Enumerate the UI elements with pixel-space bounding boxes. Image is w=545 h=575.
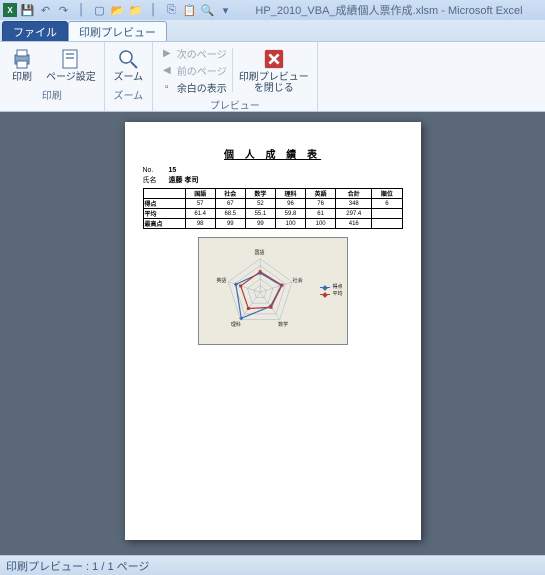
sep-icon: │ [146, 3, 161, 18]
chart-axis-label: 国語 [255, 249, 265, 256]
chart-legend: 得点平均 [320, 284, 342, 298]
chart-axis-label: 理科 [231, 321, 241, 328]
doc-title: 個 人 成 績 表 [143, 146, 403, 161]
show-margins-toggle[interactable]: ▫ 余白の表示 [157, 79, 230, 96]
page-setup-icon [58, 46, 84, 72]
window-title: HP_2010_VBA_成績個人票作成.xlsm - Microsoft Exc… [236, 2, 542, 18]
table-cell: 59.8 [275, 209, 305, 219]
margins-icon: ▫ [160, 81, 174, 95]
table-cell: 61 [306, 209, 336, 219]
table-cell: 96 [275, 199, 305, 209]
table-col-header [143, 189, 185, 199]
table-cell: 297.4 [336, 209, 372, 219]
paste-icon[interactable]: 📋 [182, 3, 197, 18]
next-page-button: ▶ 次のページ [157, 45, 230, 62]
table-col-header: 英語 [306, 189, 336, 199]
open-icon[interactable]: 📂 [110, 3, 125, 18]
new-icon[interactable]: ▢ [92, 3, 107, 18]
table-cell: 57 [185, 199, 215, 209]
magnifier-icon [115, 46, 141, 72]
table-cell: 416 [336, 219, 372, 229]
table-cell: 100 [306, 219, 336, 229]
doc-meta-name: 氏名 遠藤 孝司 [143, 175, 403, 185]
ribbon-group-zoom: ズーム ズーム [105, 42, 153, 111]
statusbar: 印刷プレビュー : 1 / 1 ページ [0, 555, 545, 575]
table-col-header: 合計 [336, 189, 372, 199]
prev-page-button: ◀ 前のページ [157, 62, 230, 79]
ribbon-group-print: 印刷 ページ設定 印刷 [0, 42, 105, 111]
prev-page-icon: ◀ [160, 64, 174, 78]
table-cell: 55.1 [245, 209, 275, 219]
preview-page: 個 人 成 績 表 No. 15 氏名 遠藤 孝司 国語社会数学理科英語合計順位… [125, 122, 421, 540]
table-col-header: 社会 [215, 189, 245, 199]
table-col-header: 国語 [185, 189, 215, 199]
titlebar: X 💾 ↶ ↷ │ ▢ 📂 📁 │ ⎘ 📋 🔍 ▾ HP_2010_VBA_成績… [0, 0, 545, 20]
table-cell [372, 209, 402, 219]
ribbon-group-preview: ▶ 次のページ ◀ 前のページ ▫ 余白の表示 印刷プレビューを閉じる [153, 42, 318, 111]
ribbon: 印刷 ページ設定 印刷 ズーム ズーム ▶ [0, 42, 545, 112]
table-row-header: 平均 [143, 209, 185, 219]
chart-axis-label: 英語 [216, 277, 226, 284]
table-cell: 99 [245, 219, 275, 229]
tab-file[interactable]: ファイル [2, 21, 68, 41]
zoom-button[interactable]: ズーム [109, 44, 147, 86]
folder-icon[interactable]: 📁 [128, 3, 143, 18]
table-cell: 348 [336, 199, 372, 209]
print-button[interactable]: 印刷 [4, 44, 40, 86]
table-row-header: 最高点 [143, 219, 185, 229]
table-row: 平均61.468.555.159.861297.4 [143, 209, 402, 219]
ribbon-tabstrip: ファイル 印刷プレビュー [0, 20, 545, 42]
doc-meta-no: No. 15 [143, 167, 403, 174]
redo-icon[interactable]: ↷ [56, 3, 71, 18]
table-cell: 76 [306, 199, 336, 209]
table-cell: 6 [372, 199, 402, 209]
next-page-icon: ▶ [160, 47, 174, 61]
table-cell: 98 [185, 219, 215, 229]
grades-table: 国語社会数学理科英語合計順位 得点57675296763486平均61.468.… [143, 188, 403, 229]
table-col-header: 順位 [372, 189, 402, 199]
table-col-header: 理科 [275, 189, 305, 199]
status-text: 印刷プレビュー : 1 / 1 ページ [6, 558, 149, 574]
preview-workspace[interactable]: 個 人 成 績 表 No. 15 氏名 遠藤 孝司 国語社会数学理科英語合計順位… [0, 112, 545, 555]
radar-chart: 国語社会数学 理科 英語 得点平均 [198, 237, 348, 345]
legend-item: 得点 [320, 284, 342, 291]
ribbon-group-label: プレビュー [157, 96, 313, 112]
ribbon-group-label: ズーム [109, 86, 148, 102]
excel-app-icon: X [3, 3, 17, 17]
page-setup-button[interactable]: ページ設定 [42, 44, 100, 86]
close-icon [261, 46, 287, 72]
chart-axis-label: 社会 [293, 277, 303, 284]
save-icon[interactable]: 💾 [20, 3, 35, 18]
chart-axis-label: 数学 [278, 321, 288, 328]
table-cell: 99 [215, 219, 245, 229]
table-cell: 68.5 [215, 209, 245, 219]
table-cell: 61.4 [185, 209, 215, 219]
undo-icon[interactable]: ↶ [38, 3, 53, 18]
printer-icon [9, 46, 35, 72]
table-cell: 52 [245, 199, 275, 209]
table-col-header: 数学 [245, 189, 275, 199]
table-header-row: 国語社会数学理科英語合計順位 [143, 189, 402, 199]
table-cell: 67 [215, 199, 245, 209]
table-cell [372, 219, 402, 229]
table-row-header: 得点 [143, 199, 185, 209]
tab-print-preview[interactable]: 印刷プレビュー [68, 21, 167, 41]
table-row: 得点57675296763486 [143, 199, 402, 209]
copy-icon[interactable]: ⎘ [164, 3, 179, 18]
close-preview-button[interactable]: 印刷プレビューを閉じる [235, 44, 313, 96]
ribbon-group-label: 印刷 [4, 86, 100, 102]
table-cell: 100 [275, 219, 305, 229]
table-row: 最高点989999100100416 [143, 219, 402, 229]
qat-dropdown-icon[interactable]: ▾ [218, 3, 233, 18]
sep-icon: │ [74, 3, 89, 18]
preview-icon[interactable]: 🔍 [200, 3, 215, 18]
legend-item: 平均 [320, 291, 342, 298]
